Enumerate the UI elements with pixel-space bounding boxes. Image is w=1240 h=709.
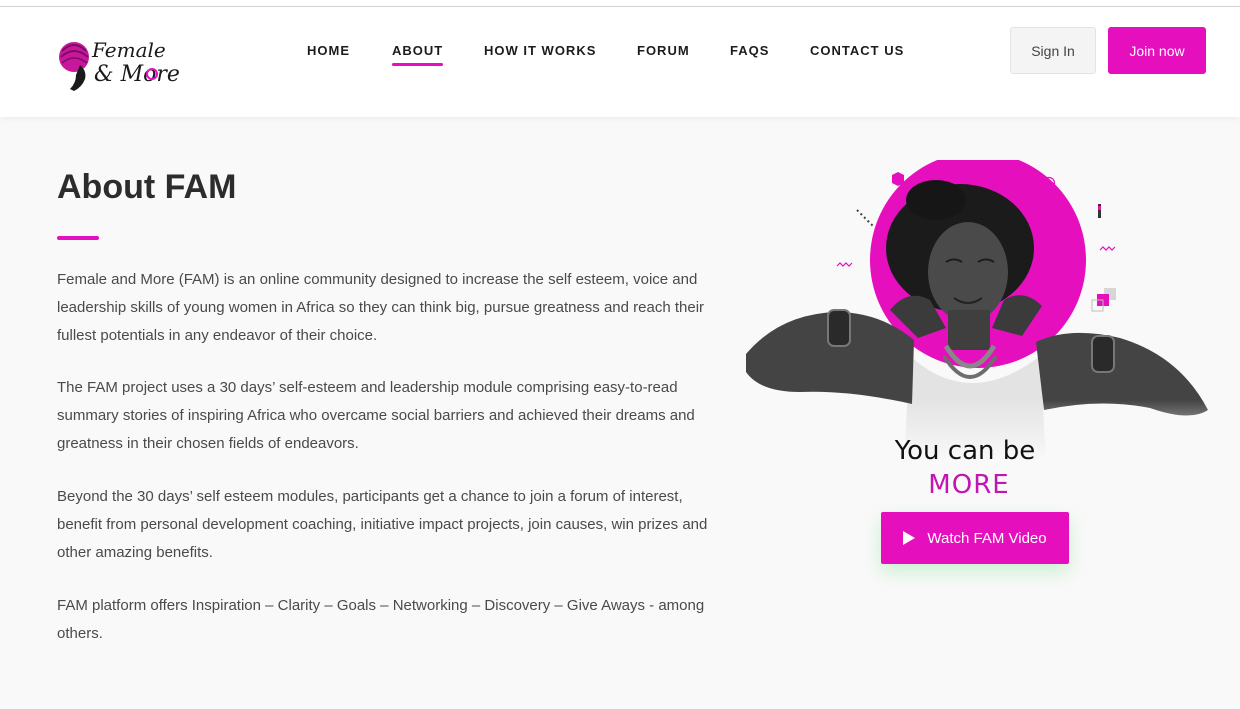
browser-top-edge [0,0,1240,7]
sign-in-button[interactable]: Sign In [1010,27,1096,74]
about-paragraph-2: The FAM project uses a 30 days’ self-est… [57,379,695,452]
nav-about[interactable]: ABOUT [392,43,444,66]
tagline-line-1: You can be [894,436,1036,466]
nav-contact-us[interactable]: CONTACT US [810,43,904,58]
about-paragraph-3: Beyond the 30 days’ self esteem modules,… [57,488,708,561]
logo-text-line1: Female [91,38,166,62]
fam-logo[interactable]: Female & More [56,29,186,97]
hero-image [740,152,1220,460]
watch-video-label: Watch FAM Video [927,529,1047,547]
title-underline [57,236,99,240]
site-header: Female & More HOME ABOUT HOW IT WORKS FO… [0,7,1240,117]
hexagon-shape [892,172,904,186]
logo-text-line2: & More [94,62,180,87]
watch-video-button[interactable]: Watch FAM Video [881,512,1069,564]
nav-forum[interactable]: FORUM [637,43,690,58]
nav-faqs[interactable]: FAQS [730,43,769,58]
nav-home[interactable]: HOME [307,43,350,58]
about-paragraph-4: FAM platform offers Inspiration – Clarit… [57,597,705,642]
about-paragraph-1: Female and More (FAM) is an online commu… [57,271,705,344]
play-icon [903,531,916,545]
nav-how-it-works[interactable]: HOW IT WORKS [484,43,596,58]
tagline-line-2: MORE [928,470,1010,500]
join-now-button[interactable]: Join now [1108,27,1206,74]
page-title: About FAM [57,168,237,206]
